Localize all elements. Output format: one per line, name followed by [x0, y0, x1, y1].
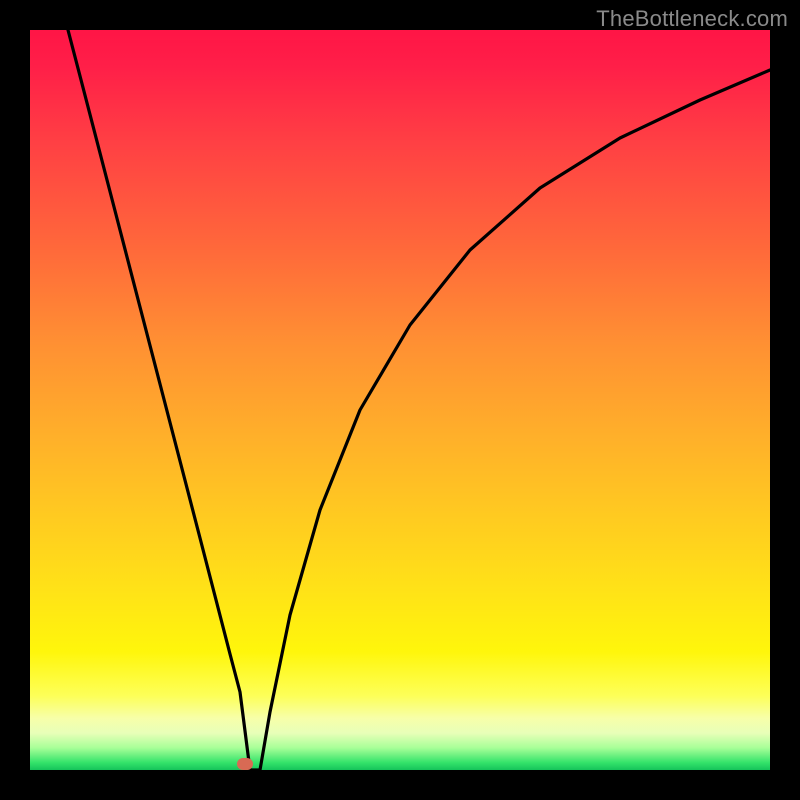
chart-frame: TheBottleneck.com: [0, 0, 800, 800]
bottleneck-curve: [68, 30, 770, 770]
curve-svg: [30, 30, 770, 770]
watermark-text: TheBottleneck.com: [596, 6, 788, 32]
minimum-marker: [237, 758, 253, 770]
plot-area: [30, 30, 770, 770]
